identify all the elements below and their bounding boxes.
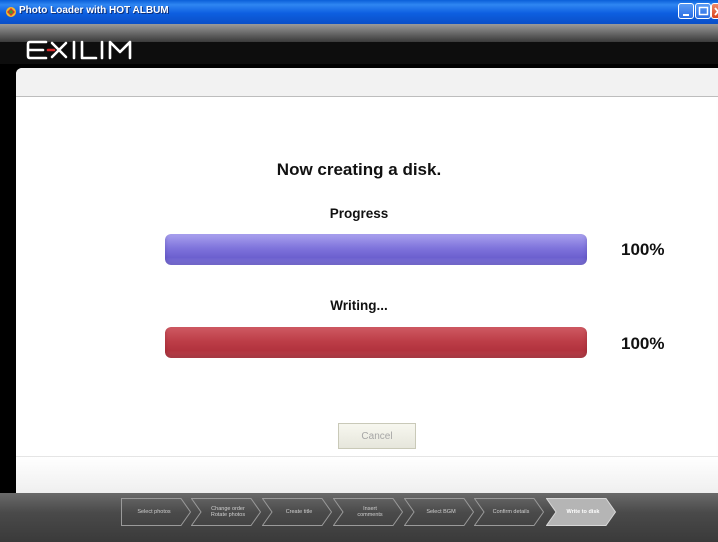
progress-bar — [165, 234, 587, 265]
progress-label: Progress — [329, 206, 389, 221]
cancel-button[interactable]: Cancel — [338, 423, 416, 449]
step-1[interactable]: Select photos — [121, 498, 191, 526]
step-label: Select BGM — [426, 508, 456, 515]
panel-bottom-strip — [16, 456, 718, 493]
app-icon — [6, 7, 16, 17]
step-label: Create title — [285, 508, 313, 515]
progress-bar-fill — [165, 234, 587, 265]
step-label: Write to disk — [566, 508, 600, 515]
writing-percent: 100% — [621, 334, 665, 353]
step-3[interactable]: Create title — [262, 498, 332, 526]
close-button[interactable] — [711, 3, 718, 19]
step-navigation: Select photos Change order Rotate photos C… — [0, 493, 718, 542]
step-5[interactable]: Select BGM — [404, 498, 474, 526]
step-label: Insert comments — [357, 505, 383, 519]
step-7[interactable]: Write to disk — [546, 498, 616, 526]
step-6[interactable]: Confirm details — [474, 498, 544, 526]
writing-bar — [165, 327, 587, 358]
step-2[interactable]: Change order Rotate photos — [191, 498, 261, 526]
minimize-button[interactable] — [678, 3, 694, 19]
writing-label: Writing... — [330, 298, 388, 313]
progress-percent: 100% — [621, 240, 665, 259]
minimize-icon — [683, 14, 689, 16]
exilim-logo — [26, 40, 132, 60]
step-label: Change order Rotate photos — [210, 505, 246, 519]
step-4[interactable]: Insert comments — [333, 498, 403, 526]
maximize-button[interactable] — [695, 3, 711, 19]
brand-header — [0, 24, 718, 64]
close-icon — [714, 7, 718, 16]
step-label: Select photos — [137, 508, 171, 515]
writing-bar-fill — [165, 327, 587, 358]
page-heading: Now creating a disk. — [276, 160, 442, 179]
step-label: Confirm details — [492, 508, 530, 515]
panel-top-strip — [16, 68, 718, 97]
maximize-icon — [698, 6, 709, 16]
window-title: Photo Loader with HOT ALBUM — [19, 5, 169, 16]
window-title-bar[interactable]: Photo Loader with HOT ALBUM — [0, 0, 718, 24]
